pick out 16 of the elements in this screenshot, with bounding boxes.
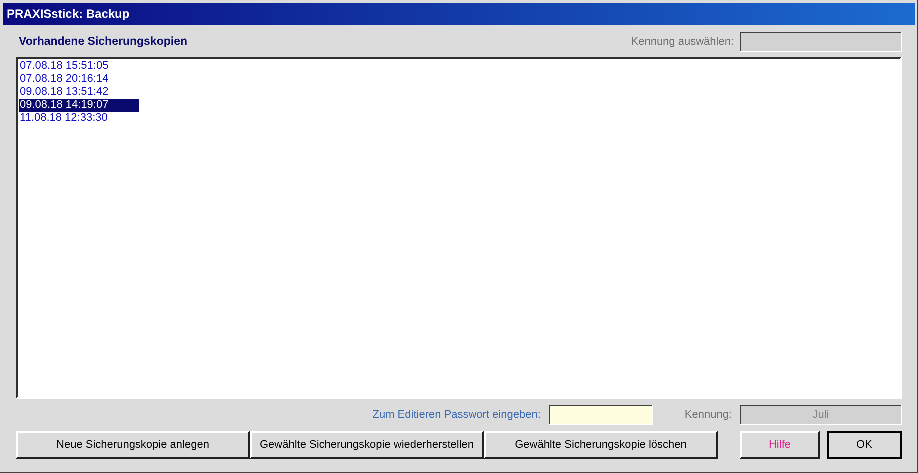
list-item[interactable]: 11.08.18 12:33:30	[19, 112, 139, 125]
action-button[interactable]: Gewählte Sicherungskopie löschen	[484, 431, 718, 459]
window-title: PRAXISstick: Backup	[7, 7, 130, 21]
password-label: Zum Editieren Passwort eingeben:	[372, 409, 541, 421]
list-heading: Vorhandene Sicherungskopien	[18, 36, 188, 48]
list-item[interactable]: 09.08.18 14:19:07	[19, 99, 139, 112]
list-item[interactable]: 07.08.18 20:16:14	[19, 73, 139, 86]
action-button[interactable]: Neue Sicherungskopie anlegen	[16, 431, 250, 459]
password-field[interactable]	[548, 405, 653, 425]
list-item[interactable]: 09.08.18 13:51:42	[19, 86, 139, 99]
field-label: Kennung:	[684, 409, 732, 421]
ok-button[interactable]: OK	[827, 431, 902, 459]
field-label: Kennung auswählen:	[631, 36, 734, 48]
backup-list[interactable]: 07.08.18 15:51:05 07.08.18 20:16:14 09.08.18 13:51:42 09.08.18 14:19:07 11.08.18 12:33:30	[16, 57, 902, 399]
action-button[interactable]: Gewählte Sicherungskopie wiederherstellen	[250, 431, 484, 459]
list-item[interactable]: 07.08.18 15:51:05	[19, 60, 139, 73]
